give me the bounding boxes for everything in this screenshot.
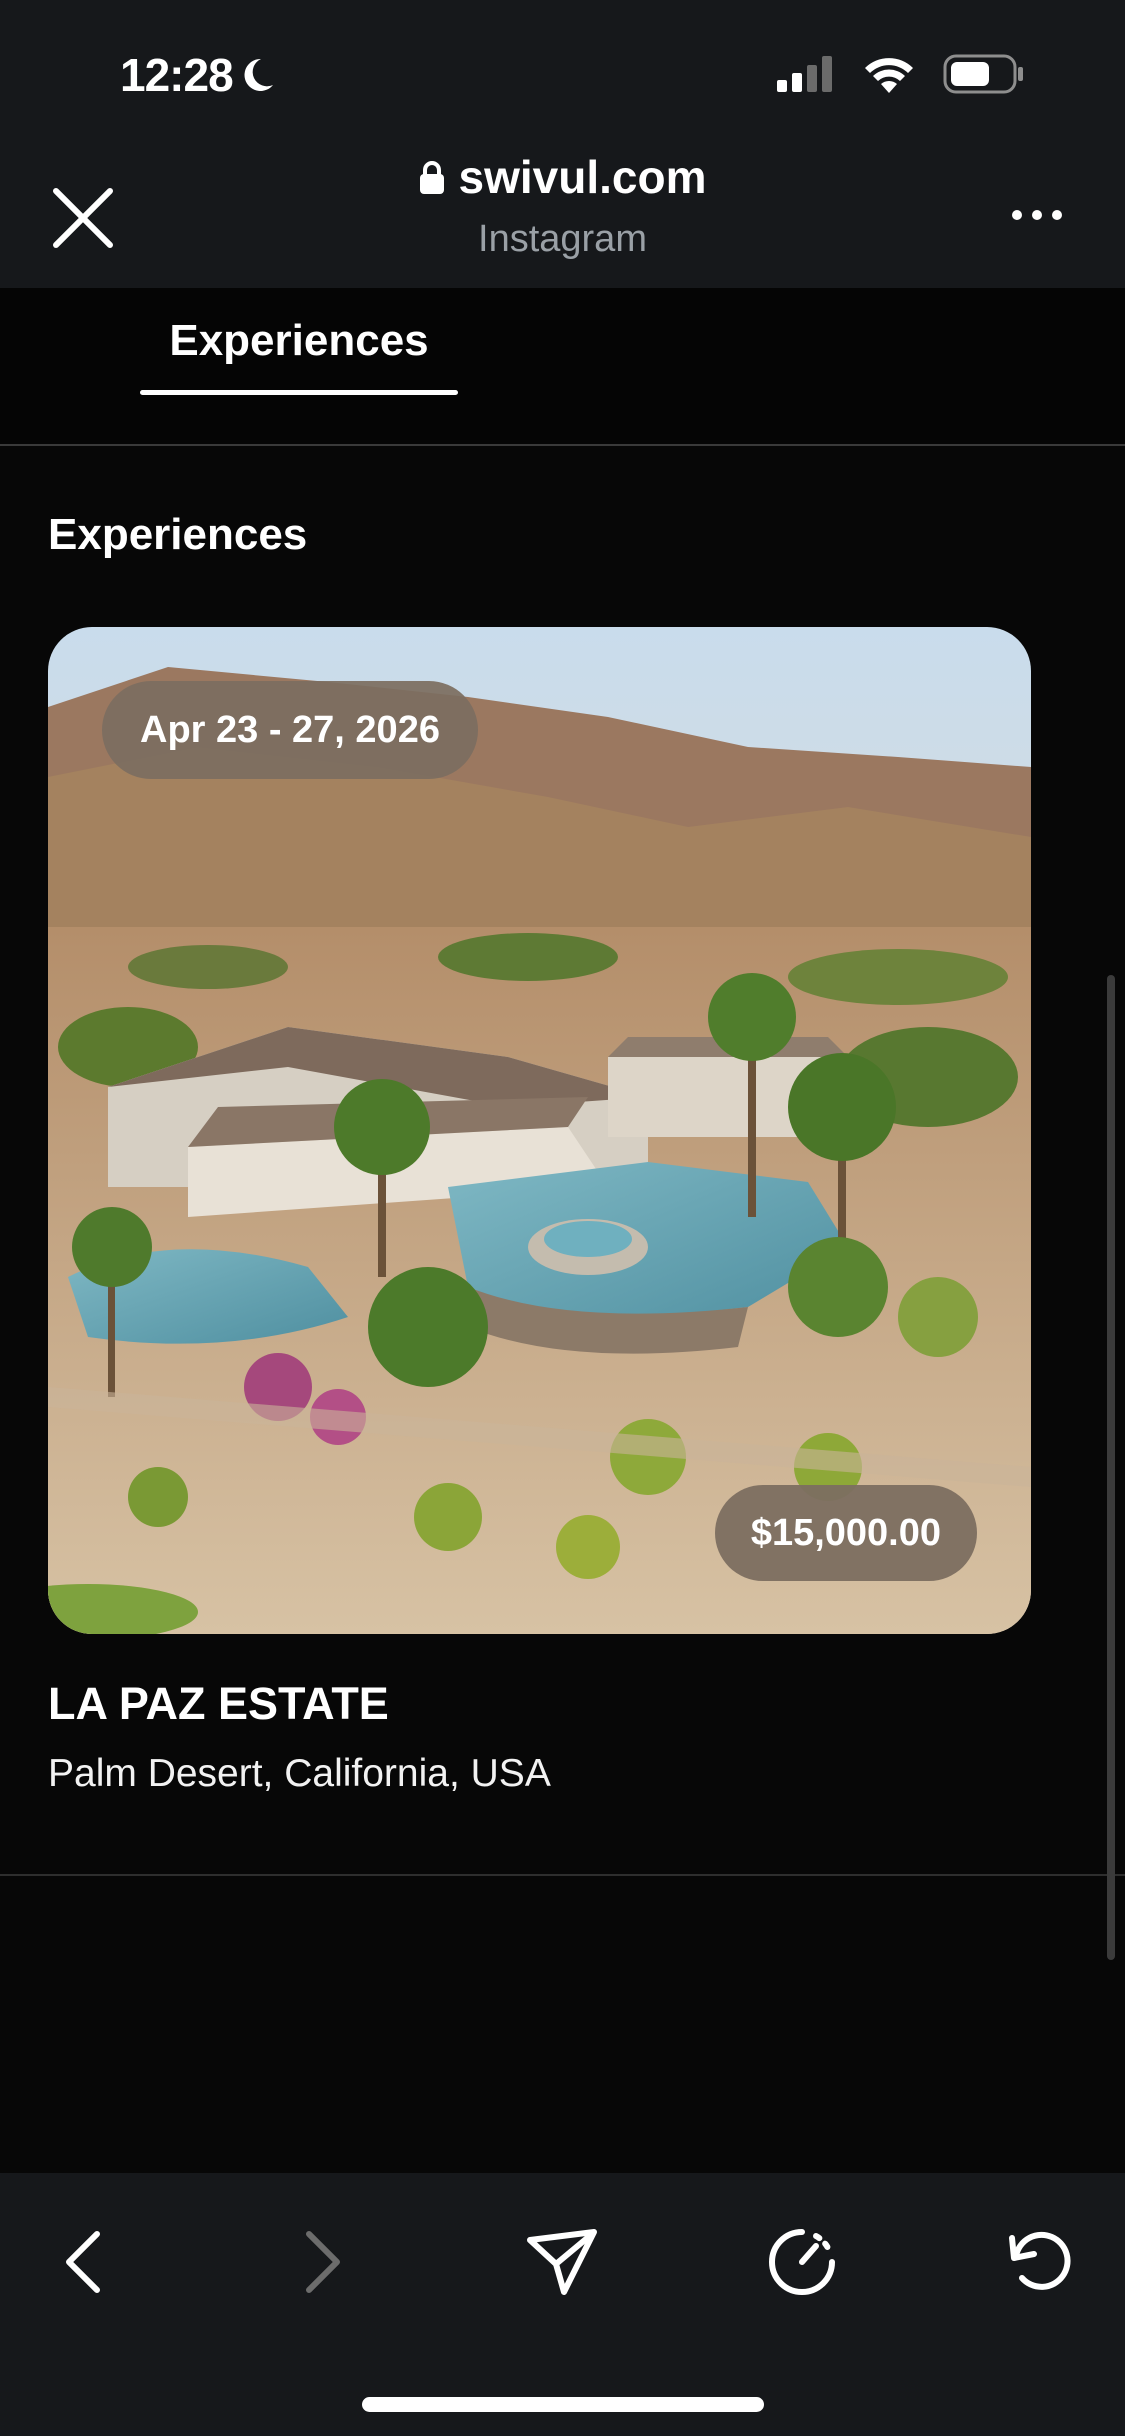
- compass-button[interactable]: [757, 2217, 847, 2307]
- section-title: Experiences: [48, 510, 308, 559]
- reload-icon: [1009, 2231, 1071, 2290]
- scrollbar[interactable]: [1107, 975, 1115, 1960]
- listing-card-image[interactable]: Apr 23 - 27, 2026 $15,000.00: [48, 627, 1031, 1634]
- listing-title[interactable]: LA PAZ ESTATE: [48, 1678, 389, 1730]
- share-icon: [527, 2229, 597, 2295]
- price-badge: $15,000.00: [714, 1485, 977, 1581]
- browser-header: 12:28 swivul.com Instagram: [0, 0, 1125, 288]
- status-time: 12:28: [120, 48, 275, 102]
- listing-location: Palm Desert, California, USA: [48, 1752, 551, 1795]
- date-badge: Apr 23 - 27, 2026: [102, 681, 478, 779]
- source-label: Instagram: [478, 218, 647, 260]
- home-indicator[interactable]: [362, 2397, 764, 2412]
- wifi-icon: [865, 58, 913, 93]
- compass-icon: [769, 2229, 835, 2295]
- back-button[interactable]: [38, 2217, 128, 2307]
- signal-icon: [777, 56, 832, 92]
- forward-icon: [306, 2231, 340, 2293]
- share-button[interactable]: [517, 2217, 607, 2307]
- moon-icon: [244, 58, 273, 91]
- forward-button[interactable]: [278, 2217, 368, 2307]
- lock-icon: [419, 161, 444, 194]
- status-icons: [777, 54, 1025, 94]
- tab-active-indicator: [140, 390, 458, 395]
- url-display[interactable]: swivul.com Instagram: [0, 150, 1125, 261]
- divider: [0, 1874, 1125, 1876]
- tab-experiences[interactable]: Experiences: [140, 316, 458, 395]
- battery-icon: [943, 54, 1023, 94]
- reload-button[interactable]: [995, 2217, 1085, 2307]
- url-text: swivul.com: [458, 151, 707, 203]
- tab-label: Experiences: [169, 316, 429, 365]
- status-time-text: 12:28: [120, 49, 234, 101]
- more-icon[interactable]: [1011, 205, 1063, 225]
- back-icon: [66, 2231, 100, 2293]
- tab-bar: Experiences: [0, 288, 1125, 446]
